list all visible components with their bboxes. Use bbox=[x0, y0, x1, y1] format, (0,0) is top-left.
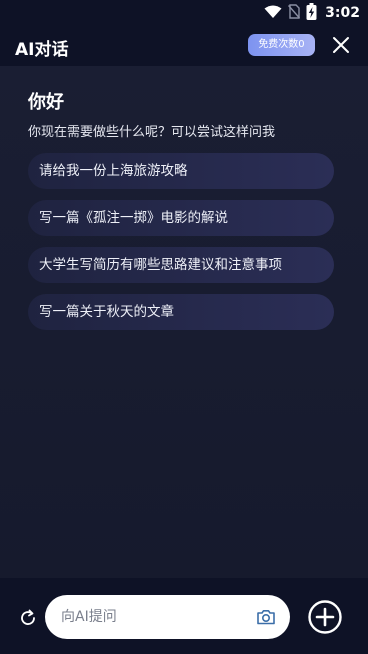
free-quota-badge[interactable]: 免费次数0 bbox=[248, 34, 315, 56]
no-sim-icon bbox=[288, 3, 301, 23]
status-time: 3:02 bbox=[325, 5, 360, 21]
question-input[interactable] bbox=[61, 595, 251, 639]
chat-content: 你好 你现在需要做些什么呢？可以尝试这样问我 请给我一份上海旅游攻略 写一篇《孤… bbox=[0, 66, 368, 578]
suggestion-chip[interactable]: 写一篇《孤注一掷》电影的解说 bbox=[28, 200, 334, 236]
suggestion-chip[interactable]: 写一篇关于秋天的文章 bbox=[28, 294, 334, 330]
question-input-box bbox=[45, 595, 290, 639]
greeting-subtitle: 你现在需要做些什么呢？可以尝试这样问我 bbox=[28, 125, 276, 140]
suggestion-chip[interactable]: 大学生写简历有哪些思路建议和注意事项 bbox=[28, 247, 334, 283]
status-icons: 3:02 bbox=[264, 2, 360, 24]
battery-charging-icon bbox=[306, 2, 317, 24]
wifi-icon bbox=[264, 4, 282, 23]
close-icon bbox=[333, 37, 349, 53]
greeting-title: 你好 bbox=[28, 92, 64, 113]
camera-icon bbox=[257, 610, 275, 625]
status-bar: 3:02 bbox=[0, 0, 368, 26]
page-title: AI对话 bbox=[15, 40, 69, 60]
camera-button[interactable] bbox=[256, 607, 276, 627]
close-button[interactable] bbox=[330, 34, 352, 56]
suggestion-chip[interactable]: 请给我一份上海旅游攻略 bbox=[28, 153, 334, 189]
app-header: AI对话 免费次数0 bbox=[0, 26, 368, 66]
refresh-button[interactable] bbox=[18, 608, 38, 628]
add-button[interactable] bbox=[307, 599, 343, 635]
plus-circle-icon bbox=[308, 600, 342, 634]
refresh-icon bbox=[21, 609, 35, 625]
bottom-input-bar bbox=[0, 578, 368, 654]
